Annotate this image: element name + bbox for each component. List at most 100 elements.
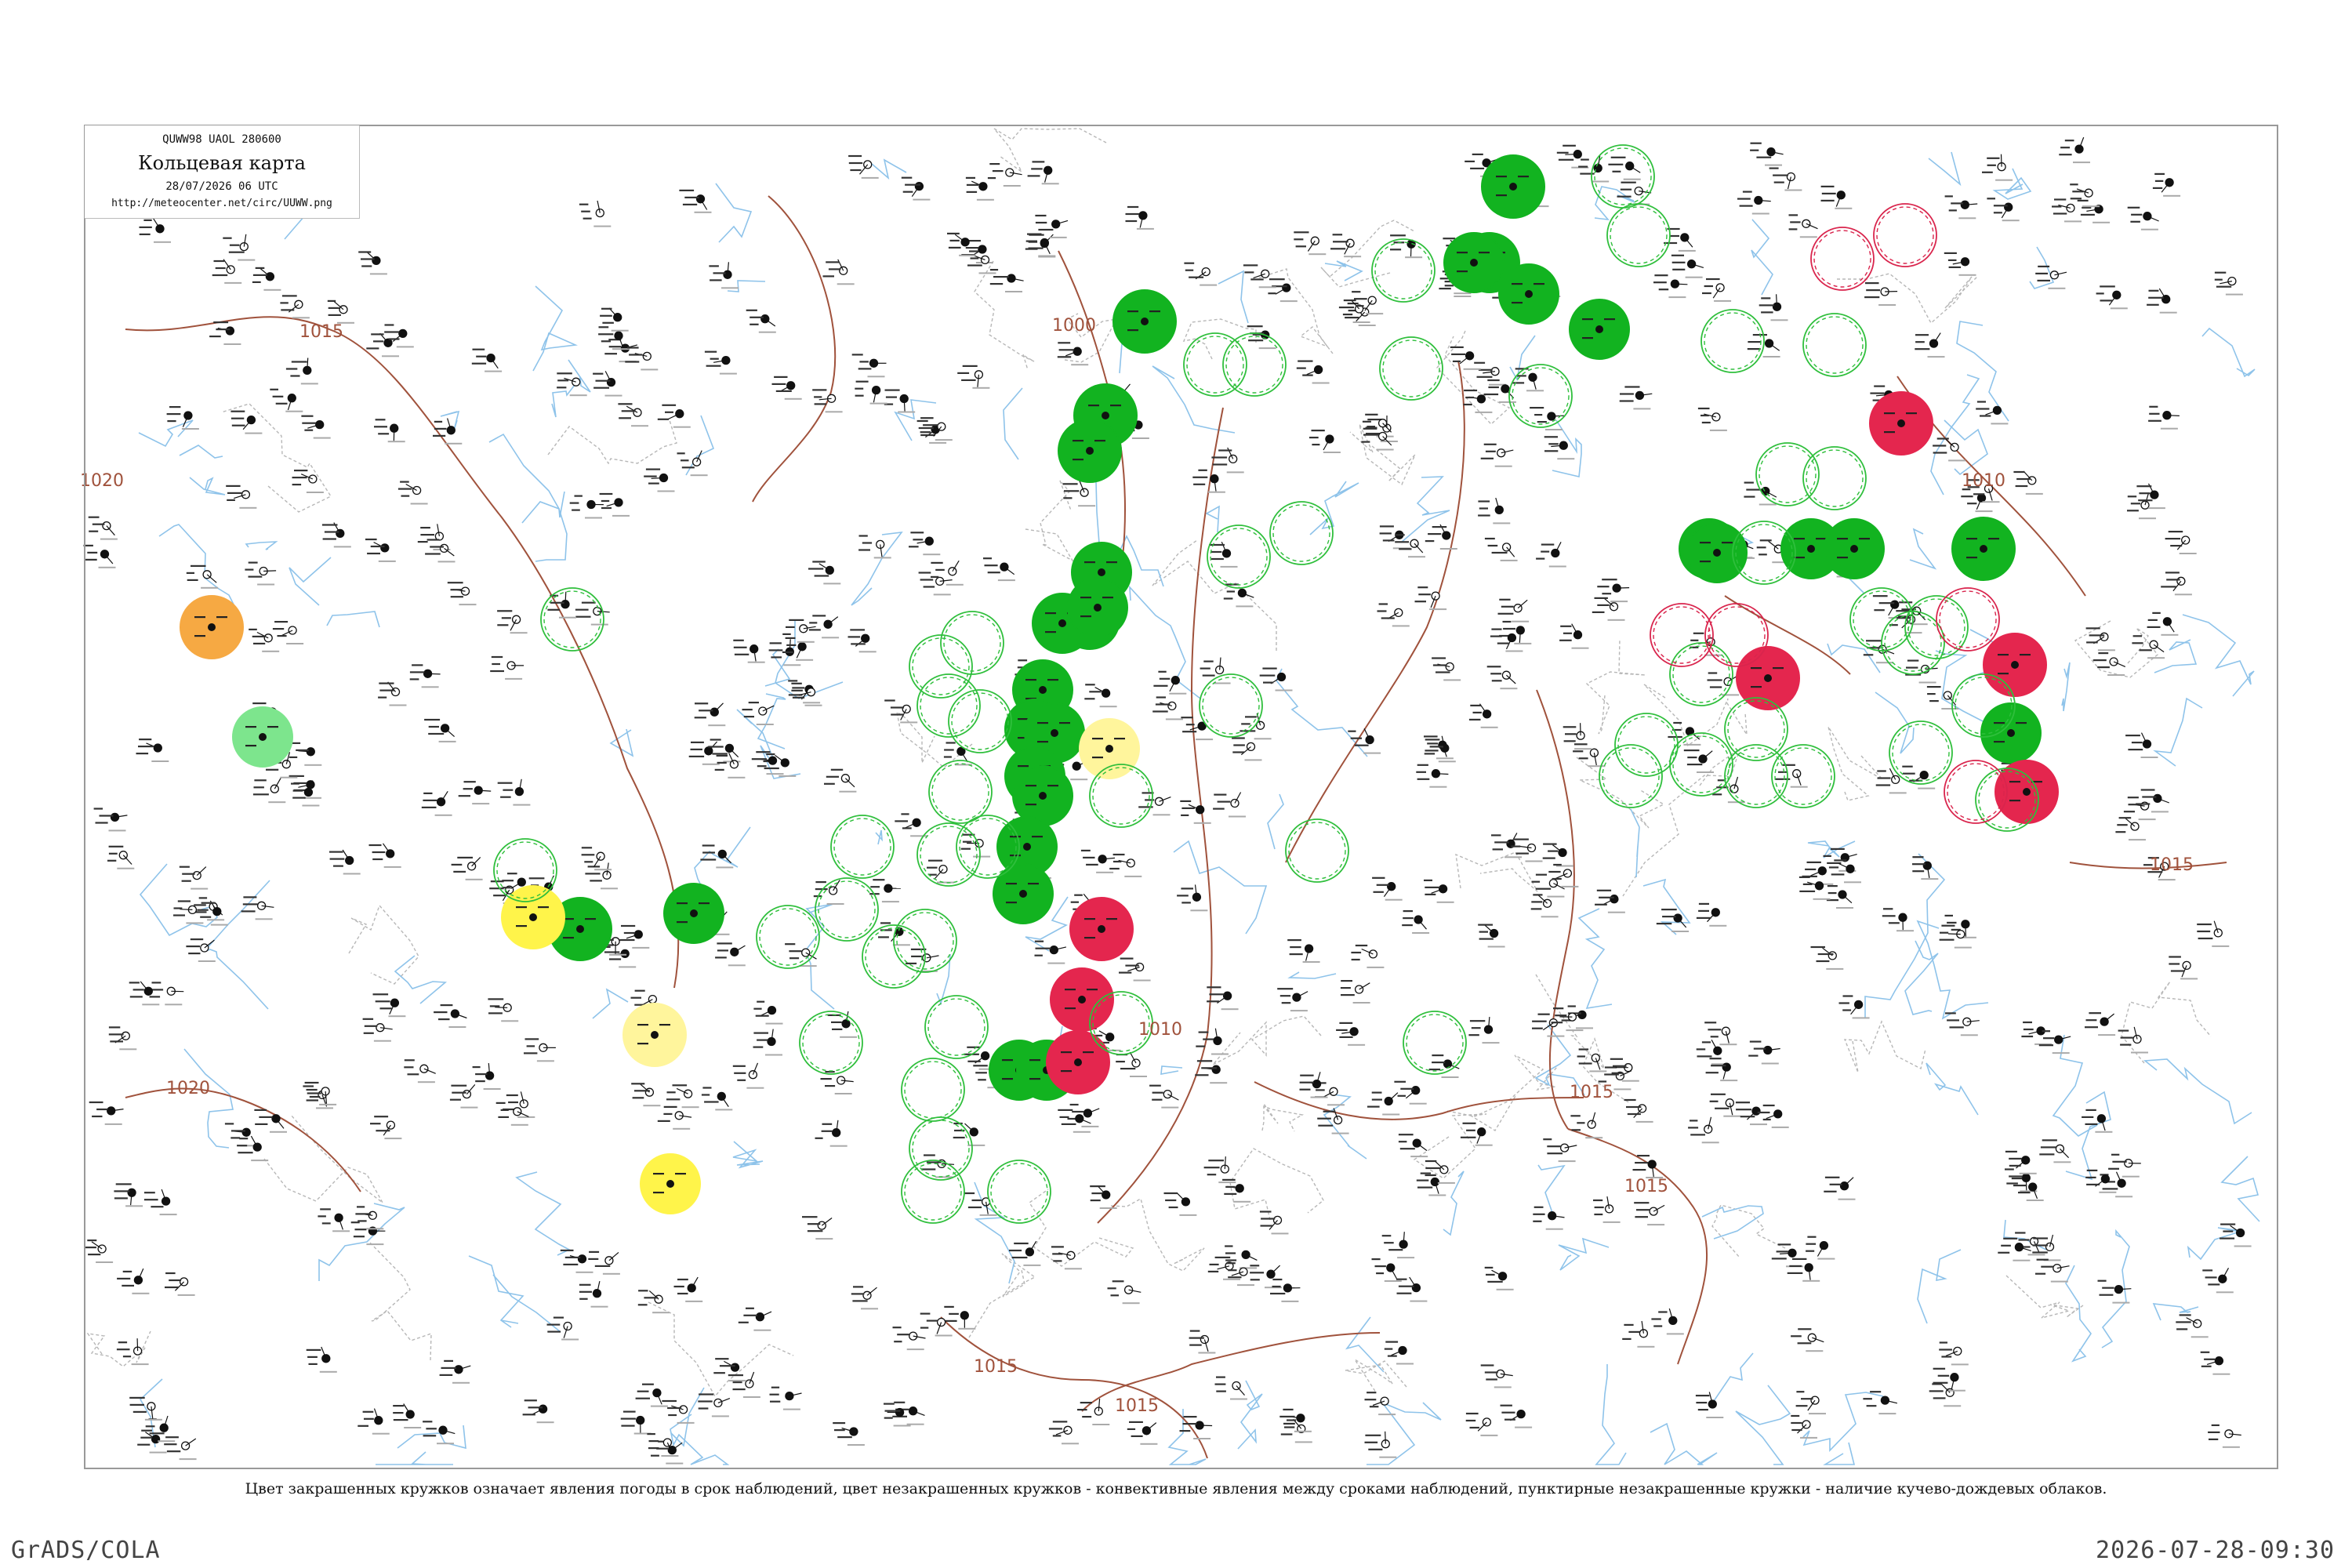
- station-value-mark: [1432, 1062, 1446, 1064]
- station-value-mark: [769, 642, 782, 644]
- station-value-mark: [547, 608, 560, 611]
- station-value-mark: [1512, 302, 1523, 304]
- station-value-mark: [1365, 1434, 1381, 1436]
- station-value-mark: [884, 1403, 895, 1405]
- wind-barb: [136, 1338, 139, 1352]
- station-value-mark: [1863, 654, 1874, 656]
- station-value-mark: [1884, 431, 1895, 434]
- station-id-mark: [631, 425, 648, 427]
- station-value-mark: [1037, 741, 1048, 743]
- isobar-label: 1010: [1962, 471, 2005, 491]
- station-id-mark: [1635, 1120, 1653, 1123]
- station-value-mark: [1875, 784, 1891, 786]
- station-id-mark: [2110, 307, 2128, 310]
- station-value-mark: [753, 1046, 764, 1048]
- station-value-mark: [252, 635, 265, 637]
- station-circle: [695, 194, 706, 204]
- station-circle: [436, 797, 446, 807]
- station-value-mark: [1578, 757, 1588, 760]
- station-id-mark: [881, 901, 899, 903]
- station-value-mark: [1628, 1330, 1640, 1333]
- station-value-mark: [1018, 659, 1028, 662]
- station-value-mark: [2179, 1314, 2191, 1316]
- station-value-mark: [1810, 946, 1825, 949]
- station-value-mark: [1690, 1120, 1698, 1122]
- station-value-mark: [926, 1161, 942, 1163]
- station-value-mark: [2085, 1019, 2097, 1022]
- station-value-mark: [1290, 946, 1301, 949]
- station-value-mark: [1072, 1110, 1084, 1113]
- station-value-mark: [1594, 1206, 1604, 1209]
- station-value-mark: [393, 1412, 404, 1414]
- station-value-mark: [1361, 441, 1370, 443]
- station-value-mark: [1534, 414, 1543, 416]
- station-value-mark: [2152, 612, 2161, 614]
- station-value-mark: [746, 309, 757, 311]
- station-value-mark: [2108, 1167, 2119, 1170]
- station-value-mark: [681, 466, 695, 469]
- station-value-mark: [409, 671, 425, 673]
- station-value-mark: [944, 749, 954, 751]
- station-value-mark: [733, 646, 747, 648]
- station-id-mark: [1258, 286, 1276, 289]
- station-value-mark: [488, 998, 504, 1000]
- station-value-mark: [373, 340, 384, 343]
- station-value-mark: [476, 355, 487, 358]
- station-value-mark: [1279, 1415, 1295, 1417]
- station-id-mark: [104, 1123, 122, 1125]
- station-value-mark: [1987, 198, 1995, 200]
- station-value-mark: [1227, 1262, 1236, 1265]
- station-value-mark: [989, 163, 1000, 165]
- station-value-mark: [1704, 1022, 1717, 1024]
- station-value-mark: [1296, 367, 1306, 369]
- station-value-mark: [599, 492, 613, 495]
- station-value-mark: [962, 365, 978, 367]
- station-value-mark: [702, 844, 715, 847]
- station-value-mark: [905, 183, 920, 186]
- station-value-mark: [1476, 376, 1493, 378]
- station-value-mark: [1270, 1292, 1286, 1295]
- station-value-mark: [1289, 953, 1303, 956]
- station-value-mark: [374, 426, 387, 428]
- station-value-mark: [1354, 298, 1367, 300]
- station-value-mark: [1884, 412, 1895, 415]
- station-value-mark: [1658, 289, 1669, 291]
- station-value-mark: [1787, 1272, 1803, 1274]
- station-value-mark: [140, 1436, 153, 1439]
- station-circle: [2011, 661, 2019, 669]
- station-value-mark: [1182, 1423, 1197, 1425]
- station-value-mark: [116, 1348, 130, 1351]
- station-id-mark: [1607, 619, 1625, 621]
- station-value-mark: [1058, 349, 1075, 351]
- station-value-mark: [452, 1091, 466, 1094]
- station-id-mark: [569, 394, 587, 397]
- station-id-mark: [1385, 898, 1403, 901]
- station-value-mark: [1511, 845, 1521, 848]
- station-value-mark: [212, 274, 228, 277]
- station-id-mark: [906, 1423, 924, 1425]
- station-value-mark: [1250, 278, 1264, 281]
- station-id-mark: [238, 259, 256, 261]
- station-id-mark: [1310, 1096, 1328, 1098]
- station-value-mark: [1599, 896, 1614, 898]
- station-value-mark: [826, 775, 839, 778]
- station-id-mark: [585, 517, 602, 519]
- station-value-mark: [604, 951, 620, 953]
- station-value-mark: [281, 309, 295, 311]
- station-value-mark: [1693, 632, 1704, 634]
- station-value-mark: [858, 535, 868, 537]
- station-value-mark: [1874, 609, 1885, 612]
- station-id-mark: [1023, 1264, 1041, 1266]
- station-value-mark: [136, 753, 149, 755]
- station-value-mark: [490, 880, 504, 883]
- station-value-mark: [306, 1099, 318, 1102]
- station-id-mark: [452, 1381, 470, 1384]
- station-value-mark: [281, 295, 297, 297]
- station-id-mark: [1548, 565, 1566, 568]
- station-id-mark: [632, 946, 650, 949]
- station-value-mark: [1531, 880, 1541, 883]
- station-value-mark: [563, 937, 574, 939]
- station-value-mark: [374, 1116, 389, 1118]
- wind-barb: [427, 673, 441, 675]
- station-value-mark: [1866, 1405, 1877, 1407]
